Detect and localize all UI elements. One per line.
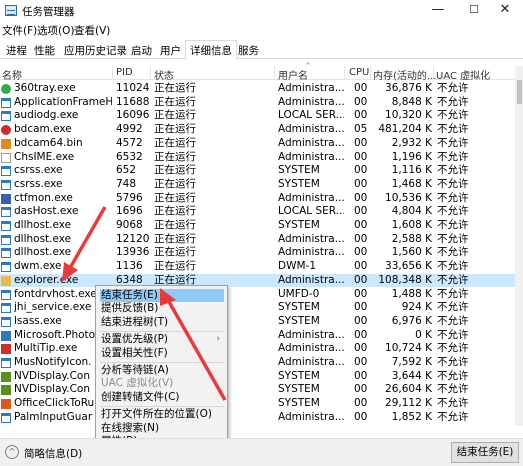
annotation-arrows — [62, 206, 227, 401]
annotation-arrow-line — [166, 299, 227, 401]
annotation-arrow-line — [68, 206, 107, 269]
